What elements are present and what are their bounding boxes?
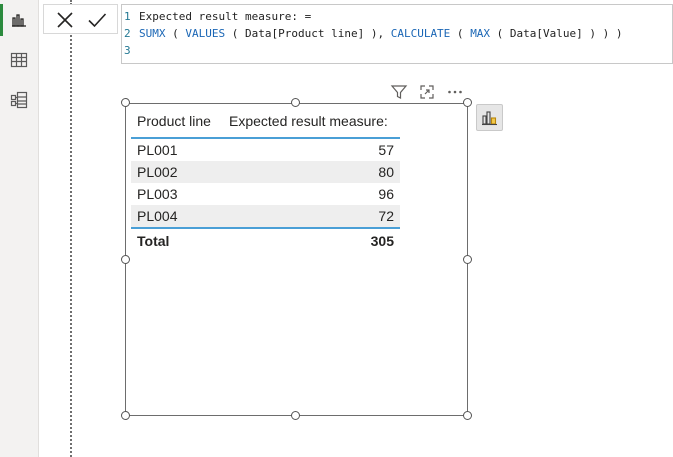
format-pane-button[interactable]: [476, 104, 503, 131]
resize-handle-top-left[interactable]: [121, 98, 130, 107]
function-token: VALUES: [185, 27, 226, 40]
formula-line-2: 2 SUMX ( VALUES ( Data[Product line] ), C…: [124, 25, 623, 42]
formula-text: Expected result measure: =: [139, 10, 312, 23]
formula-bar[interactable]: 1 Expected result measure: = 2 SUMX ( VALU…: [121, 4, 673, 64]
resize-handle-bottom[interactable]: [291, 411, 300, 420]
cell-product-line: PL003: [137, 186, 178, 202]
data-table: Product line Expected result measure: PL…: [131, 109, 400, 253]
formula-token: ( Data[Value] ) ) ): [490, 27, 623, 40]
format-pane-icon: [482, 111, 497, 126]
total-value: 305: [370, 233, 394, 249]
cell-value: 57: [378, 142, 394, 158]
function-token: MAX: [470, 27, 491, 40]
resize-handle-bottom-right[interactable]: [463, 411, 472, 420]
cell-value: 80: [378, 164, 394, 180]
table-row: PL003 96: [131, 183, 400, 205]
formula-line-1: 1 Expected result measure: =: [124, 8, 311, 25]
report-view-icon[interactable]: [9, 10, 29, 30]
column-header-expected-result[interactable]: Expected result measure:: [229, 110, 388, 132]
table-row: PL002 80: [131, 161, 400, 183]
table-row: PL004 72: [131, 205, 400, 229]
cell-product-line: PL001: [137, 142, 178, 158]
view-rail: [0, 0, 39, 457]
formula-line-3: 3: [124, 42, 139, 59]
function-token: CALCULATE: [390, 27, 451, 40]
canvas-boundary: [70, 0, 72, 457]
formula-actions: [43, 4, 118, 34]
table-header-row: Product line Expected result measure:: [131, 109, 400, 139]
cancel-icon[interactable]: [54, 9, 76, 31]
table-view-icon[interactable]: [9, 50, 29, 70]
more-options-icon[interactable]: [446, 83, 464, 101]
resize-handle-bottom-left[interactable]: [121, 411, 130, 420]
model-view-icon[interactable]: [9, 90, 29, 110]
table-total-row: Total 305: [131, 229, 400, 253]
cell-value: 72: [378, 208, 394, 224]
cell-product-line: PL002: [137, 164, 178, 180]
line-number: 3: [124, 44, 131, 57]
formula-token: (: [165, 27, 186, 40]
resize-handle-left[interactable]: [121, 255, 130, 264]
active-view-indicator: [0, 4, 3, 36]
formula-token: (: [450, 27, 471, 40]
line-number: 1: [124, 10, 131, 23]
focus-mode-icon[interactable]: [418, 83, 436, 101]
resize-handle-right[interactable]: [463, 255, 472, 264]
commit-icon[interactable]: [86, 9, 108, 31]
cell-value: 96: [378, 186, 394, 202]
function-token: SUMX: [139, 27, 166, 40]
formula-token: ( Data[Product line] ),: [225, 27, 391, 40]
total-label: Total: [137, 233, 170, 249]
line-number: 2: [124, 27, 131, 40]
table-row: PL001 57: [131, 139, 400, 161]
cell-product-line: PL004: [137, 208, 178, 224]
column-header-product-line[interactable]: Product line: [137, 110, 211, 132]
filter-icon[interactable]: [390, 83, 408, 101]
resize-handle-top-right[interactable]: [463, 98, 472, 107]
resize-handle-top[interactable]: [291, 98, 300, 107]
